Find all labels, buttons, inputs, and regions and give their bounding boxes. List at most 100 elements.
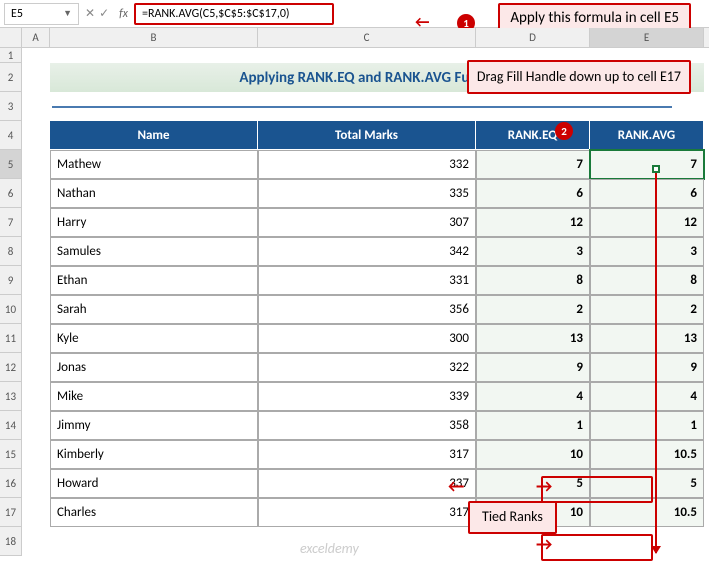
- row-header-18[interactable]: 18: [0, 527, 22, 556]
- header-marks: Total Marks: [258, 121, 476, 150]
- cell-marks[interactable]: 331: [258, 266, 476, 295]
- row-header-10[interactable]: 10: [0, 295, 22, 324]
- row-header-2[interactable]: 2: [0, 63, 22, 92]
- arrow-right-icon: →: [536, 475, 552, 497]
- cell-rankavg[interactable]: 3: [590, 237, 704, 266]
- cell-name[interactable]: Kyle: [50, 324, 258, 353]
- row-header-15[interactable]: 15: [0, 440, 22, 469]
- cell-name[interactable]: Ethan: [50, 266, 258, 295]
- cell-name[interactable]: Samules: [50, 237, 258, 266]
- col-header-E[interactable]: E: [590, 28, 704, 47]
- cell-name[interactable]: Mathew: [50, 150, 258, 179]
- row-header-11[interactable]: 11: [0, 324, 22, 353]
- cell-rankeq[interactable]: 7: [476, 150, 590, 179]
- drag-arrow: [655, 173, 657, 553]
- cell-name[interactable]: Jimmy: [50, 411, 258, 440]
- table-row: Samules34233: [22, 237, 709, 266]
- row-header-13[interactable]: 13: [0, 382, 22, 411]
- row-header-7[interactable]: 7: [0, 208, 22, 237]
- cell-marks[interactable]: 317: [258, 498, 476, 527]
- cell-marks[interactable]: 300: [258, 324, 476, 353]
- select-all-corner[interactable]: [0, 28, 22, 47]
- cell-rankavg[interactable]: 6: [590, 179, 704, 208]
- cell-marks[interactable]: 342: [258, 237, 476, 266]
- cell-marks[interactable]: 332: [258, 150, 476, 179]
- row-header-1[interactable]: 1: [0, 48, 22, 63]
- cell-rankeq[interactable]: 3: [476, 237, 590, 266]
- col-header-D[interactable]: D: [476, 28, 590, 47]
- cell-marks[interactable]: 339: [258, 382, 476, 411]
- table-row: Kyle3001313: [22, 324, 709, 353]
- cell-marks[interactable]: 317: [258, 440, 476, 469]
- header-name: Name: [50, 121, 258, 150]
- row-header-9[interactable]: 9: [0, 266, 22, 295]
- column-headers: A B C D E: [0, 28, 709, 48]
- cell-marks[interactable]: 335: [258, 179, 476, 208]
- cell-name[interactable]: Jonas: [50, 353, 258, 382]
- col-header-C[interactable]: C: [258, 28, 476, 47]
- cell-name[interactable]: Mike: [50, 382, 258, 411]
- cell-rankavg[interactable]: 8: [590, 266, 704, 295]
- table-row: Nathan33566: [22, 179, 709, 208]
- col-header-B[interactable]: B: [50, 28, 258, 47]
- cancel-icon[interactable]: ✕: [85, 6, 95, 21]
- cell-name[interactable]: Howard: [50, 469, 258, 498]
- header-rankeq: RANK.EQ: [476, 121, 590, 150]
- cell-rankeq[interactable]: 6: [476, 179, 590, 208]
- cell-rankavg[interactable]: 2: [590, 295, 704, 324]
- row-header-6[interactable]: 6: [0, 179, 22, 208]
- name-box[interactable]: E5 ▼: [4, 3, 79, 25]
- callout-drag: Drag Fill Handle down up to cell E17: [467, 60, 691, 94]
- row-header-5[interactable]: 5: [0, 150, 22, 179]
- row-header-12[interactable]: 12: [0, 353, 22, 382]
- cell-rankavg[interactable]: 13: [590, 324, 704, 353]
- row-header-3[interactable]: 3: [0, 92, 22, 121]
- accept-icon[interactable]: ✓: [99, 6, 109, 21]
- cell-marks[interactable]: 358: [258, 411, 476, 440]
- fx-icon[interactable]: fx: [119, 7, 128, 21]
- cell-marks[interactable]: 356: [258, 295, 476, 324]
- cell-marks[interactable]: 322: [258, 353, 476, 382]
- row-header-16[interactable]: 16: [0, 469, 22, 498]
- formula-buttons: ✕ ✓: [85, 6, 109, 21]
- cell-rankeq[interactable]: 1: [476, 411, 590, 440]
- col-header-A[interactable]: A: [22, 28, 50, 47]
- cell-rankeq[interactable]: 12: [476, 208, 590, 237]
- cell-rankeq[interactable]: 8: [476, 266, 590, 295]
- cell-rankavg[interactable]: 12: [590, 208, 704, 237]
- row-header-14[interactable]: 14: [0, 411, 22, 440]
- arrow-right-icon: →: [536, 533, 552, 555]
- cell-rankeq[interactable]: 4: [476, 382, 590, 411]
- cell-rankavg[interactable]: 9: [590, 353, 704, 382]
- chevron-down-icon[interactable]: ▼: [63, 8, 72, 19]
- row-header-8[interactable]: 8: [0, 237, 22, 266]
- cell-name[interactable]: Charles: [50, 498, 258, 527]
- table-row: Harry3071212: [22, 208, 709, 237]
- arrow-left-icon: ←: [448, 475, 464, 497]
- cell-rankavg[interactable]: 4: [590, 382, 704, 411]
- cell-name[interactable]: Sarah: [50, 295, 258, 324]
- title-underline: [52, 106, 672, 108]
- formula-input[interactable]: =RANK.AVG(C5,$C$5:$C$17,0): [134, 3, 334, 25]
- table-row: Ethan33188: [22, 266, 709, 295]
- cell-name[interactable]: Nathan: [50, 179, 258, 208]
- cell-rankeq[interactable]: 2: [476, 295, 590, 324]
- tied-highlight-1: [541, 476, 653, 503]
- row-header-4[interactable]: 4: [0, 121, 22, 150]
- cell-rankeq[interactable]: 10: [476, 440, 590, 469]
- header-rankavg: RANK.AVG: [590, 121, 704, 150]
- cell-name[interactable]: Harry: [50, 208, 258, 237]
- cell-marks[interactable]: 307: [258, 208, 476, 237]
- cell-rankeq[interactable]: 9: [476, 353, 590, 382]
- cell-rankavg[interactable]: 1: [590, 411, 704, 440]
- step-badge-2: 2: [555, 122, 573, 140]
- formula-text: =RANK.AVG(C5,$C$5:$C$17,0): [142, 7, 290, 21]
- fill-handle[interactable]: [652, 165, 660, 173]
- cell-rankavg[interactable]: 10.5: [590, 440, 704, 469]
- cell-marks[interactable]: 337: [258, 469, 476, 498]
- cell-name[interactable]: Kimberly: [50, 440, 258, 469]
- cell-rankeq[interactable]: 13: [476, 324, 590, 353]
- cell-rankavg[interactable]: 7: [590, 150, 704, 179]
- row-header-17[interactable]: 17: [0, 498, 22, 527]
- sheet-area[interactable]: Applying RANK.EQ and RANK.AVG Functions …: [22, 48, 709, 585]
